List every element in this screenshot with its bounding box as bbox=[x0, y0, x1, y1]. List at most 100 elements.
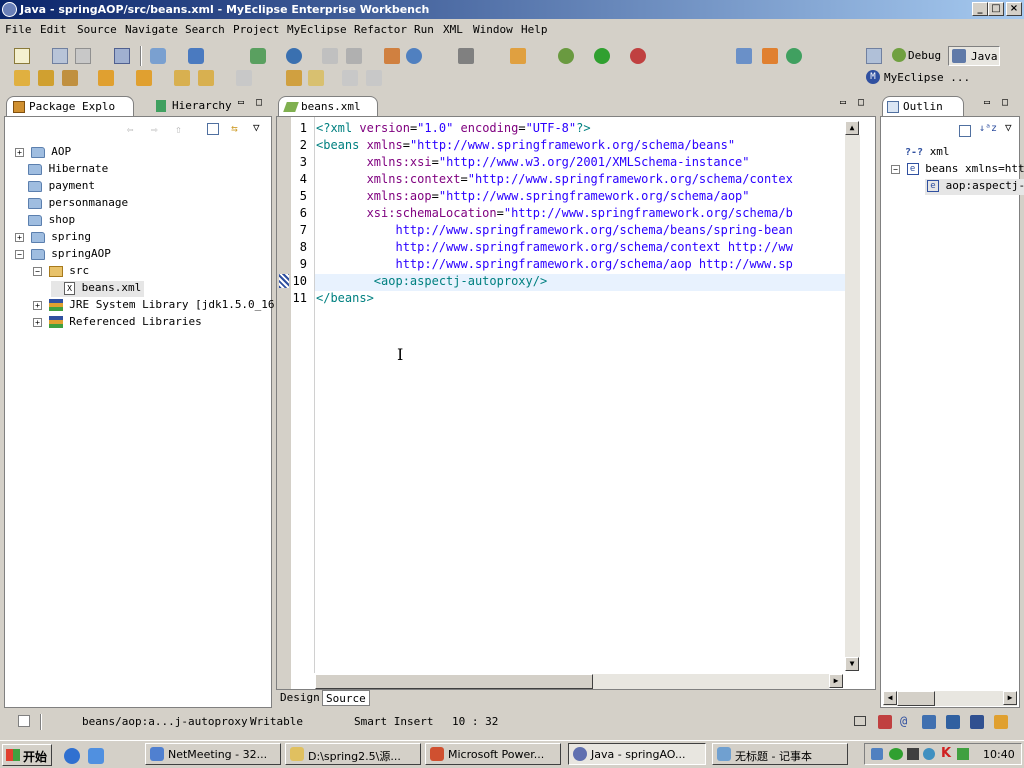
menu-xml[interactable]: XML bbox=[443, 23, 463, 36]
tasks-icon[interactable] bbox=[878, 715, 892, 729]
uml-icon[interactable] bbox=[384, 48, 400, 64]
code-line[interactable]: http://www.springframework.org/schema/ao… bbox=[316, 257, 792, 274]
taskbar-item-powerpoint[interactable]: Microsoft Power... bbox=[425, 743, 561, 765]
web-project-icon[interactable] bbox=[150, 48, 166, 64]
taskbar-item-java[interactable]: Java - springAO... bbox=[568, 743, 706, 765]
outline-horizontal-scrollbar[interactable]: ◀ ▶ bbox=[883, 691, 1017, 706]
fast-view-icon[interactable] bbox=[18, 715, 30, 727]
view-menu-icon[interactable]: ▽ bbox=[253, 121, 260, 134]
minimize-view-icon[interactable]: ▭ bbox=[238, 97, 244, 108]
tray-green-icon[interactable] bbox=[889, 748, 903, 760]
restore-icon[interactable] bbox=[854, 716, 866, 726]
tab-hierarchy[interactable]: Hierarchy bbox=[152, 96, 236, 116]
horizontal-scrollbar[interactable] bbox=[315, 674, 829, 689]
progress-icon[interactable] bbox=[994, 715, 1008, 729]
expand-toggle-icon[interactable]: + bbox=[15, 147, 24, 157]
tree-item[interactable]: shop bbox=[15, 213, 75, 229]
tray-app-icon[interactable] bbox=[907, 748, 919, 760]
outline-item-xml[interactable]: ?-? xml bbox=[905, 145, 950, 161]
back-arrow-icon[interactable]: ⇦ bbox=[127, 123, 134, 136]
myeclipse-perspective-button[interactable]: M MyEclipse ... bbox=[866, 70, 986, 86]
open-type-icon[interactable] bbox=[14, 70, 30, 86]
close-button[interactable]: × bbox=[1006, 2, 1022, 16]
debug-icon[interactable] bbox=[558, 48, 574, 64]
server-icon[interactable] bbox=[250, 48, 266, 64]
cut-icon[interactable] bbox=[322, 48, 338, 64]
code-line[interactable]: xmlns:context="http://www.springframewor… bbox=[316, 172, 793, 189]
menu-help[interactable]: Help bbox=[521, 23, 548, 36]
javadoc-icon[interactable] bbox=[922, 715, 936, 729]
taskbar-item-explorer[interactable]: D:\spring2.5\源... bbox=[285, 743, 421, 765]
maximize-view-icon[interactable]: □ bbox=[858, 97, 864, 108]
start-button[interactable]: 开始 bbox=[2, 744, 52, 766]
view-menu-icon[interactable]: ▽ bbox=[1005, 121, 1012, 134]
run-external-icon[interactable] bbox=[630, 48, 646, 64]
collapse-toggle-icon[interactable]: − bbox=[15, 249, 24, 259]
menu-refactor[interactable]: Refactor bbox=[354, 23, 407, 36]
tree-item[interactable]: Hibernate bbox=[15, 162, 108, 178]
code-line[interactable]: <aop:aspectj-autoproxy/> bbox=[316, 274, 547, 291]
new-icon[interactable] bbox=[14, 48, 30, 64]
next-annotation-icon[interactable] bbox=[98, 70, 114, 86]
tray-network-icon[interactable] bbox=[871, 748, 883, 760]
open-perspective-icon[interactable] bbox=[866, 48, 882, 64]
console-icon[interactable] bbox=[114, 48, 130, 64]
tree-item[interactable]: payment bbox=[15, 179, 95, 195]
code-line[interactable]: xsi:schemaLocation="http://www.springfra… bbox=[316, 206, 793, 223]
debug-perspective-button[interactable]: Debug bbox=[890, 46, 946, 66]
collapse-toggle-icon[interactable]: − bbox=[891, 164, 900, 174]
tree-item[interactable]: + Referenced Libraries bbox=[33, 315, 202, 331]
previous-annotation-icon[interactable] bbox=[136, 70, 152, 86]
expand-toggle-icon[interactable]: + bbox=[33, 317, 42, 327]
last-edit-icon[interactable] bbox=[174, 70, 190, 86]
tree-item[interactable]: + AOP bbox=[15, 145, 71, 161]
run-icon[interactable] bbox=[594, 48, 610, 64]
menu-navigate[interactable]: Navigate bbox=[125, 23, 178, 36]
expand-toggle-icon[interactable]: + bbox=[33, 300, 42, 310]
database-icon[interactable] bbox=[406, 48, 422, 64]
menu-run[interactable]: Run bbox=[414, 23, 434, 36]
scroll-right-button[interactable]: ▶ bbox=[1003, 691, 1017, 705]
collapse-icon[interactable] bbox=[366, 70, 382, 86]
tray-k-icon[interactable]: K bbox=[941, 746, 951, 761]
save-icon[interactable] bbox=[52, 48, 68, 64]
code-line[interactable]: xmlns:aop="http://www.springframework.or… bbox=[316, 189, 750, 206]
tab-design[interactable]: Design bbox=[280, 691, 320, 704]
collapse-all-icon[interactable] bbox=[959, 125, 971, 137]
search-icon[interactable] bbox=[38, 70, 54, 86]
tree-item[interactable]: personmanage bbox=[15, 196, 128, 212]
problems-icon[interactable] bbox=[970, 715, 984, 729]
refresh-icon[interactable] bbox=[786, 48, 802, 64]
tab-beans-xml[interactable]: beans.xml × bbox=[278, 96, 378, 126]
menu-search[interactable]: Search bbox=[185, 23, 225, 36]
code-line[interactable]: http://www.springframework.org/schema/be… bbox=[316, 223, 792, 240]
print-icon[interactable] bbox=[75, 48, 91, 64]
menu-edit[interactable]: Edit bbox=[40, 23, 67, 36]
console-view-icon[interactable] bbox=[946, 715, 960, 729]
tree-item[interactable]: − src bbox=[33, 264, 89, 280]
tray-globe-icon[interactable] bbox=[923, 748, 935, 760]
back-icon[interactable] bbox=[198, 70, 214, 86]
at-icon[interactable]: @ bbox=[900, 714, 907, 728]
menu-window[interactable]: Window bbox=[473, 23, 513, 36]
tab-outline[interactable]: Outlin × bbox=[882, 96, 964, 126]
new-package-icon[interactable] bbox=[736, 48, 752, 64]
ie-icon[interactable] bbox=[64, 748, 80, 764]
code-line[interactable]: <beans xmlns="http://www.springframework… bbox=[316, 138, 735, 155]
tab-source[interactable]: Source bbox=[322, 690, 370, 706]
expand-icon[interactable] bbox=[342, 70, 358, 86]
scroll-down-button[interactable]: ▼ bbox=[845, 657, 859, 671]
maximize-view-icon[interactable]: □ bbox=[1002, 97, 1008, 108]
tree-item[interactable]: − springAOP bbox=[15, 247, 111, 263]
sort-icon[interactable]: ↓ᵃz bbox=[979, 123, 997, 134]
menu-project[interactable]: Project bbox=[233, 23, 279, 36]
taskbar-item-notepad[interactable]: 无标题 - 记事本 bbox=[712, 743, 848, 765]
outline-item-aspectj[interactable]: e aop:aspectj- bbox=[925, 179, 1024, 195]
deploy-icon[interactable] bbox=[188, 48, 204, 64]
new-class-icon[interactable] bbox=[762, 48, 778, 64]
scroll-left-button[interactable]: ◀ bbox=[883, 691, 897, 705]
taskbar-item-netmeeting[interactable]: NetMeeting - 32... bbox=[145, 743, 281, 765]
toggle-mark-icon[interactable] bbox=[286, 70, 302, 86]
new-java-class-icon[interactable] bbox=[510, 48, 526, 64]
tree-item[interactable]: + spring bbox=[15, 230, 91, 246]
